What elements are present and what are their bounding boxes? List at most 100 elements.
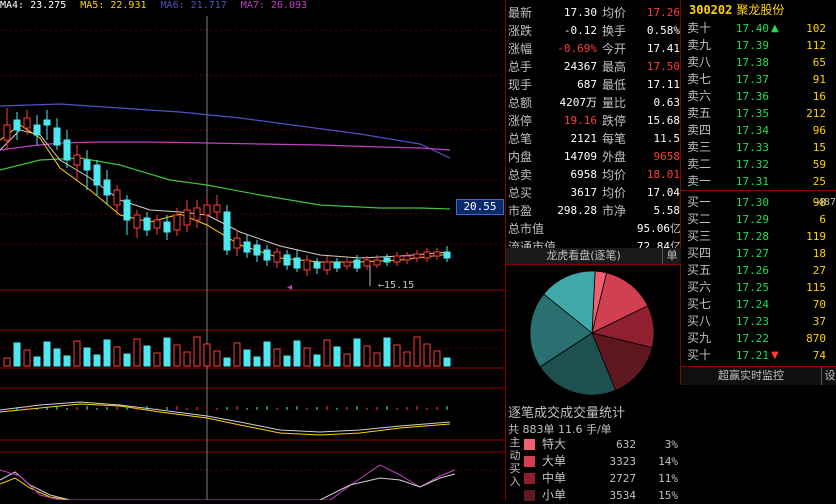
- ask-row[interactable]: 卖六 17.36 16: [681, 88, 836, 105]
- volume-bar: [313, 354, 321, 367]
- ask-row[interactable]: 卖二 17.32 59: [681, 156, 836, 173]
- candle: [323, 261, 331, 271]
- volume-bar: [293, 340, 301, 367]
- stat-row: 最新 17.30 均价 17.26: [506, 4, 681, 22]
- volume-bars: [3, 336, 451, 367]
- volume-bar: [363, 345, 371, 367]
- stat-value: 95.06: [636, 222, 670, 235]
- ma5-legend: MA5: 22.931: [80, 0, 147, 11]
- pie-mode-button[interactable]: 单: [662, 248, 681, 264]
- volume-bar: [133, 338, 141, 367]
- dragon-tiger-panel: 龙虎看盘(逐笔) 单 逐笔成交成交量统计 共 883单 11.6 手/单 主动买…: [505, 248, 681, 502]
- stat-label: 市净: [602, 204, 627, 218]
- stat-label: 涨停: [508, 114, 533, 128]
- stat-value: 6958: [570, 168, 598, 181]
- volume-bar: [123, 353, 131, 367]
- stat-row: 总买 3617 均价 17.04: [506, 184, 681, 202]
- ask-row[interactable]: 卖七 17.37 91: [681, 71, 836, 88]
- candle: [283, 254, 291, 266]
- level-price: 17.32: [735, 158, 769, 171]
- bid-row[interactable]: 买五 17.26 27: [681, 262, 836, 279]
- volume-bar: [223, 357, 231, 367]
- ask-row[interactable]: 卖三 17.33 15: [681, 139, 836, 156]
- stat-value: 17.50: [646, 60, 680, 73]
- volume-bar: [393, 344, 401, 367]
- level-volume: 102: [806, 22, 826, 35]
- bid-row[interactable]: 买四 17.27 18: [681, 245, 836, 262]
- market-value-row: 总市值 95.06 亿: [506, 220, 681, 238]
- level-price: 17.35: [735, 107, 769, 120]
- monitor-button[interactable]: 超赢实时监控: [681, 367, 821, 385]
- stat-label: 最高: [602, 60, 627, 74]
- level-price: 17.26: [735, 264, 769, 277]
- settings-button[interactable]: 设: [821, 367, 836, 385]
- candle: [393, 255, 401, 263]
- level-volume: 91: [812, 73, 826, 86]
- volume-bar: [373, 352, 381, 367]
- stat-value: 18.01: [646, 168, 680, 181]
- volume-bar: [213, 350, 221, 367]
- stock-title: 300202 聚龙股份: [681, 2, 836, 18]
- tick-summary: 共 883单 11.6 手/单: [508, 423, 612, 436]
- osc2-line-b: [319, 473, 456, 500]
- candle: [143, 217, 151, 231]
- level-label: 卖九: [687, 38, 712, 52]
- volume-label: 大单: [542, 454, 567, 468]
- ask-row[interactable]: 卖一 17.31 25: [681, 173, 836, 190]
- ask-row[interactable]: 卖十 17.40 ▲ 102: [681, 20, 836, 37]
- bid-row[interactable]: 买三 17.28 119: [681, 228, 836, 245]
- stat-row: 总笔 2121 每笔 11.5: [506, 130, 681, 148]
- level-volume: 65: [812, 56, 826, 69]
- bid-row[interactable]: 买八 17.23 37: [681, 313, 836, 330]
- volume-bar: [103, 339, 111, 367]
- volume-bar: [153, 352, 161, 367]
- level-price: 17.21: [735, 349, 769, 362]
- ask-row[interactable]: 卖五 17.35 212: [681, 105, 836, 122]
- volume-label: 小单: [542, 488, 567, 502]
- stat-label: 每笔: [602, 132, 627, 146]
- level-label: 卖七: [687, 72, 712, 86]
- candle: [293, 257, 301, 269]
- stat-value: 687: [577, 78, 597, 91]
- candle: [343, 261, 351, 267]
- kline-chart[interactable]: ◂: [0, 0, 505, 500]
- stat-value: -0.69%: [557, 42, 597, 55]
- level-volume: 37: [812, 315, 826, 328]
- ask-row[interactable]: 卖九 17.39 112: [681, 37, 836, 54]
- stat-value: 14709: [563, 150, 597, 163]
- stat-label: 市盈: [508, 204, 533, 218]
- candles: [3, 108, 451, 276]
- volume-percent: 3%: [664, 438, 678, 451]
- bid-row[interactable]: 买九 17.22 870: [681, 330, 836, 347]
- pie-title[interactable]: 龙虎看盘(逐笔): [506, 248, 661, 264]
- stat-row: 涨幅 -0.69% 今开 17.41: [506, 40, 681, 58]
- bid-row[interactable]: 买七 17.24 70: [681, 296, 836, 313]
- stat-label: 涨跌: [508, 24, 533, 38]
- stat-row: 总手 24367 最高 17.50: [506, 58, 681, 76]
- level-label: 买十: [687, 348, 712, 362]
- stat-label: 涨幅: [508, 42, 533, 56]
- low-marker-icon: ◂: [287, 282, 292, 293]
- bid-row[interactable]: 买十 17.21 ▼ 74: [681, 347, 836, 364]
- volume-bar: [443, 357, 451, 367]
- candle: [433, 251, 441, 257]
- volume-bar: [53, 348, 61, 367]
- level-label: 买八: [687, 314, 712, 328]
- bid-row[interactable]: 买二 17.29 6: [681, 211, 836, 228]
- level-label: 卖十: [687, 21, 712, 35]
- price-tag: 20.55: [456, 199, 504, 215]
- stat-value: 298.28: [557, 204, 597, 217]
- bid-row[interactable]: 买六 17.25 115: [681, 279, 836, 296]
- candle: [103, 179, 111, 196]
- level-price: 17.27: [735, 247, 769, 260]
- stat-label: 总额: [508, 96, 533, 110]
- stat-row: 市盈 298.28 市净 5.58: [506, 202, 681, 220]
- ask-row[interactable]: 卖四 17.34 96: [681, 122, 836, 139]
- candle: [53, 127, 61, 146]
- stat-label: 总卖: [508, 168, 533, 182]
- level-price: 17.34: [735, 124, 769, 137]
- ask-row[interactable]: 卖八 17.38 65: [681, 54, 836, 71]
- stat-label: 均价: [602, 186, 627, 200]
- stat-value: 2121: [570, 132, 598, 145]
- volume-value: 3534: [609, 489, 637, 502]
